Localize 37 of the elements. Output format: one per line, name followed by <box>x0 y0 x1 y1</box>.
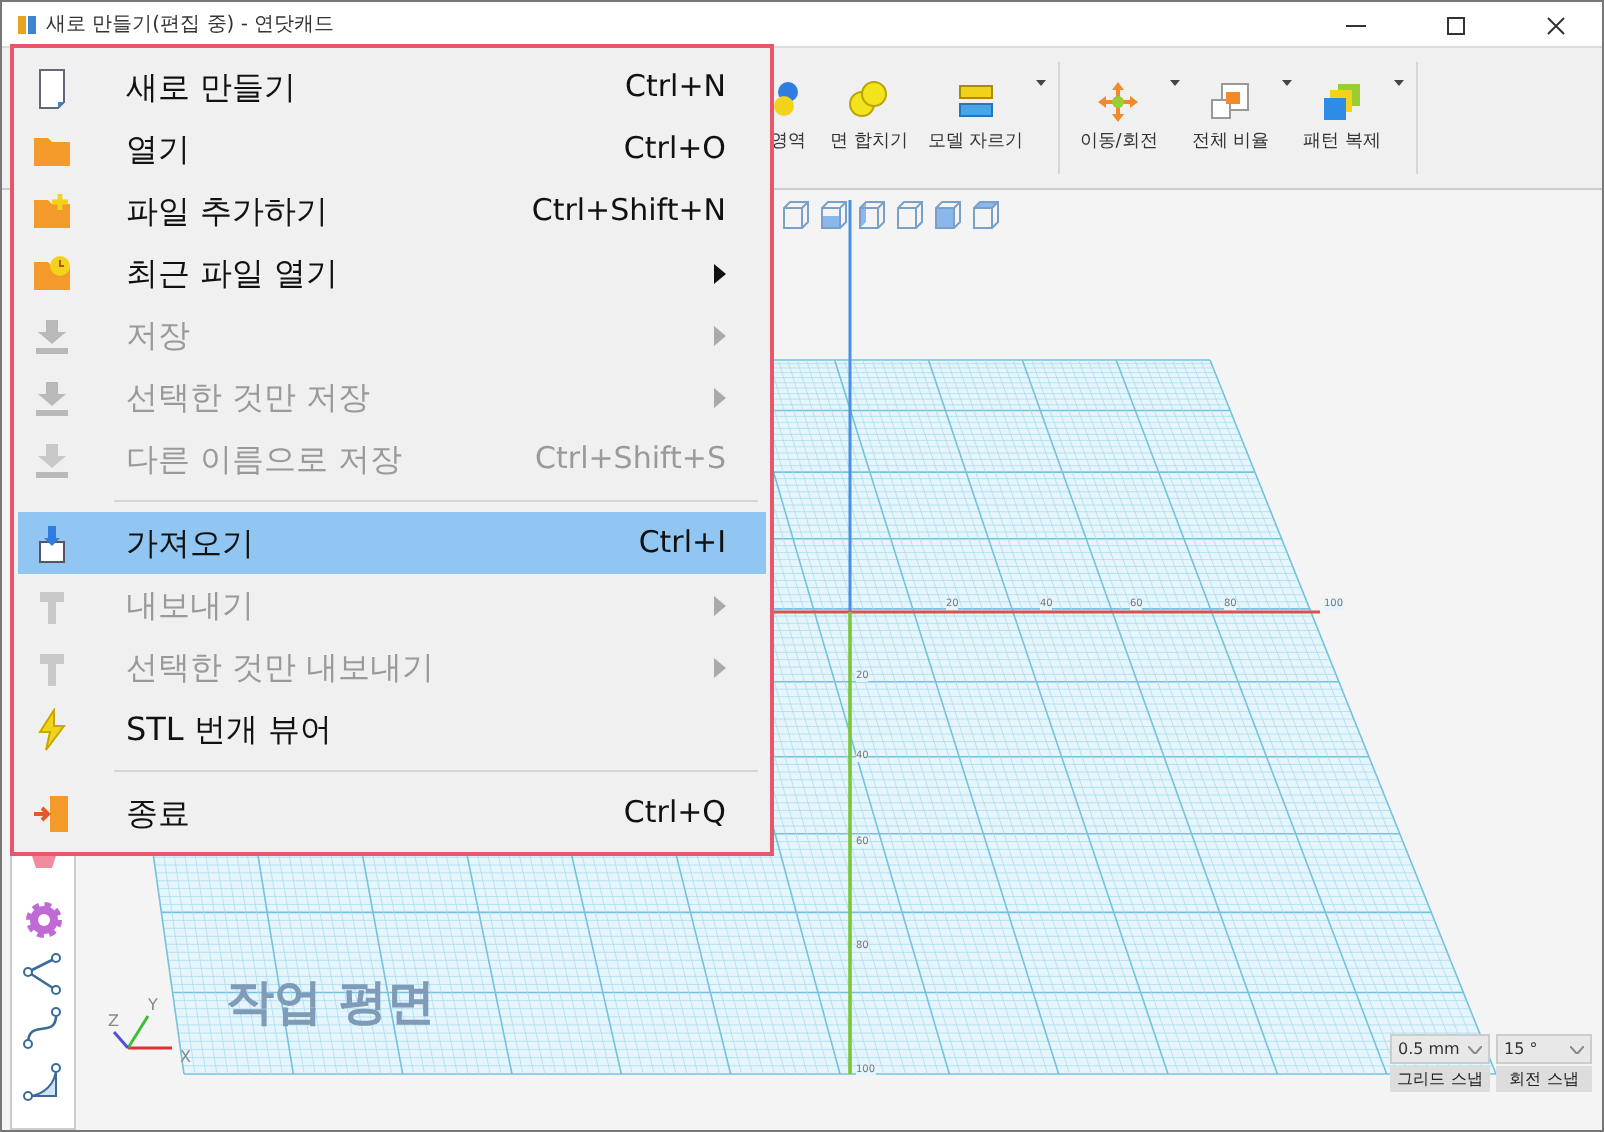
menu-item[interactable]: 열기 Ctrl+O <box>18 118 766 180</box>
toolbar-button[interactable]: 패턴 복제 <box>1295 75 1390 161</box>
snap-button[interactable]: 그리드 스냅 <box>1390 1066 1490 1092</box>
arc-icon[interactable] <box>21 1060 65 1104</box>
menu-item[interactable]: 파일 추가하기 Ctrl+Shift+N <box>18 180 766 242</box>
curve-icon[interactable] <box>21 1006 65 1050</box>
gear-icon[interactable] <box>21 898 65 942</box>
polyline-icon[interactable] <box>21 952 65 996</box>
pattern-icon <box>1320 79 1365 124</box>
scale-icon <box>1208 79 1253 124</box>
toolbar-button[interactable]: 모델 자르기 <box>919 75 1032 161</box>
move-arrows-icon <box>1096 79 1141 124</box>
menu-item[interactable]: STL 번개 뷰어 <box>18 698 766 760</box>
chevron-down-icon <box>1468 1045 1482 1053</box>
maximize-icon <box>1446 15 1466 36</box>
toolbar-button[interactable]: 이동/회전 <box>1071 75 1166 161</box>
toolbar-button[interactable]: 전체 비율 <box>1183 75 1278 161</box>
view-cube-icon[interactable] <box>818 198 850 232</box>
app-logo-icon <box>18 14 38 34</box>
toolbar-button[interactable]: 면 합치기 <box>822 75 916 161</box>
window-title: 새로 만들기(편집 중) - 연닷캐드 <box>46 11 337 39</box>
dropdown-caret-icon[interactable] <box>1035 80 1046 86</box>
dropdown-caret-icon[interactable] <box>1281 80 1292 86</box>
snap-select[interactable]: 0.5 mm <box>1390 1034 1490 1064</box>
snap-select[interactable]: 15 ° <box>1496 1034 1592 1064</box>
folder-clock-icon <box>30 251 74 295</box>
chevron-down-icon <box>1570 1045 1584 1053</box>
exit-door-icon <box>30 791 74 835</box>
menu-item[interactable]: 종료 Ctrl+Q <box>18 782 766 844</box>
dropdown-caret-icon[interactable] <box>1393 80 1404 86</box>
snap-button[interactable]: 회전 스냅 <box>1496 1066 1592 1092</box>
menu-item[interactable]: 최근 파일 열기 <box>18 242 766 304</box>
dropdown-caret-icon[interactable] <box>1169 80 1180 86</box>
close-icon <box>1546 15 1566 36</box>
menu-item[interactable]: 가져오기 Ctrl+I <box>18 512 766 574</box>
menu-item[interactable]: 새로 만들기 Ctrl+N <box>18 56 766 118</box>
folder-plus-icon <box>30 189 74 233</box>
